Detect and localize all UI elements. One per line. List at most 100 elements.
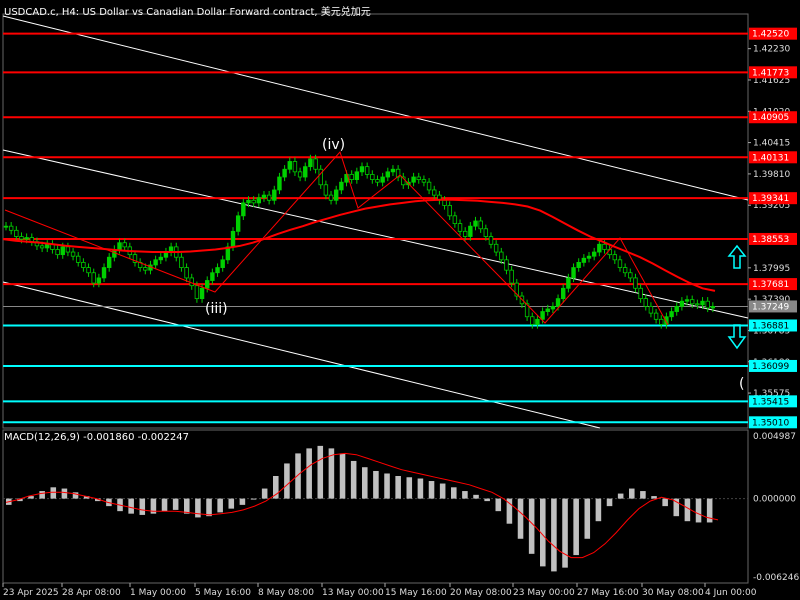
resistance-level-label: 1.41773: [752, 68, 789, 78]
candle-body: [540, 311, 545, 320]
macd-histogram-bar: [172, 498, 179, 510]
candle-body: [313, 158, 318, 170]
candle-body: [199, 287, 205, 300]
candle-body: [308, 158, 313, 168]
y-tick-label: 1.40415: [753, 139, 790, 149]
x-tick-label: 23 May 00:00: [513, 588, 575, 598]
macd-histogram-bar: [406, 477, 413, 499]
resistance-level-label: 1.39341: [752, 194, 789, 204]
candle-body: [215, 267, 220, 274]
candle-body: [447, 205, 452, 217]
candle-body: [669, 311, 674, 318]
candle-body: [591, 251, 597, 257]
candle-body: [19, 236, 24, 240]
candle-body: [488, 236, 494, 245]
macd-histogram-bar: [261, 488, 268, 499]
x-tick-label: 28 Apr 08:00: [62, 588, 121, 598]
candle-body: [76, 255, 81, 263]
candle-body: [101, 267, 107, 279]
current-price-label: 1.37249: [752, 302, 789, 312]
candle-body: [220, 259, 225, 268]
candle-body: [153, 259, 158, 266]
macd-histogram-bar: [350, 460, 357, 499]
macd-histogram-bar: [439, 483, 446, 499]
candle-body: [416, 176, 421, 180]
channel-line: [2, 281, 601, 429]
macd-histogram-bar: [473, 494, 479, 499]
candle-body: [612, 254, 618, 261]
candle-body: [143, 267, 148, 271]
candle-body: [390, 168, 396, 173]
macd-pane-frame: [2, 429, 749, 584]
candle-body: [266, 194, 272, 201]
macd-axis-label: -0.006246: [753, 573, 799, 583]
x-tick-label: 5 May 16:00: [195, 588, 251, 598]
candle-body: [194, 285, 200, 300]
down-arrow-icon: [727, 324, 747, 350]
candle-body: [597, 243, 602, 253]
macd-histogram-bar: [195, 498, 201, 518]
macd-histogram-bar: [61, 488, 68, 499]
x-tick-label: 20 May 08:00: [450, 588, 512, 598]
candle-body: [375, 179, 380, 183]
macd-histogram-bar: [584, 498, 591, 539]
macd-label: MACD(12,26,9) -0.001860 -0.002247: [4, 432, 189, 443]
candle-body: [550, 305, 556, 310]
candle-body: [561, 287, 566, 300]
candle-body: [622, 267, 628, 274]
candle-body: [421, 179, 427, 183]
support-level-label: 1.36881: [752, 321, 789, 331]
x-tick-label: 23 Apr 2025: [3, 588, 59, 598]
candle-body: [545, 308, 550, 312]
resistance-level-label: 1.37681: [752, 280, 789, 290]
macd-histogram-bar: [161, 498, 168, 512]
macd-histogram-bar: [551, 498, 557, 572]
macd-histogram-bar: [128, 498, 134, 514]
candle-body: [297, 171, 303, 178]
candle-body: [3, 225, 9, 228]
candle-body: [364, 166, 370, 175]
candle-body: [256, 197, 262, 204]
candle-body: [674, 305, 679, 312]
macd-histogram-bar: [428, 481, 435, 499]
candle-body: [323, 184, 329, 196]
candle-body: [359, 166, 365, 173]
candle-body: [695, 303, 700, 306]
x-tick-label: 13 May 00:00: [322, 588, 384, 598]
candle-body: [628, 272, 633, 279]
support-level-label: 1.36099: [752, 362, 789, 372]
x-tick-label: 1 May 00:00: [130, 588, 186, 598]
x-tick-label: 30 May 08:00: [642, 588, 704, 598]
candle-body: [689, 299, 695, 305]
candle-body: [282, 168, 287, 178]
candle-body: [333, 189, 339, 201]
support-level-label: 1.35010: [752, 418, 789, 428]
macd-histogram-bar: [562, 498, 568, 568]
x-tick-label: 8 May 08:00: [258, 588, 314, 598]
candle-body: [679, 300, 685, 307]
macd-histogram-bar: [184, 498, 190, 514]
macd-histogram-bar: [284, 463, 290, 499]
macd-histogram-bar: [451, 487, 457, 499]
candle-body: [659, 318, 664, 325]
resistance-level-label: 1.38553: [752, 235, 789, 245]
candle-body: [442, 199, 447, 206]
candle-body: [648, 305, 654, 314]
candle-body: [432, 189, 437, 196]
candle-body: [45, 243, 50, 249]
macd-histogram-bar: [606, 498, 613, 507]
candle-body: [235, 215, 241, 232]
candle-body: [86, 267, 91, 274]
macd-histogram-bar: [695, 498, 702, 523]
candle-body: [499, 251, 504, 261]
resistance-level-label: 1.40905: [752, 113, 789, 123]
candle-body: [385, 171, 391, 178]
macd-histogram-bar: [640, 491, 646, 499]
candle-body: [60, 246, 65, 256]
resistance-level-label: 1.42520: [752, 30, 789, 40]
channel-line: [2, 149, 749, 319]
candle-body: [261, 194, 267, 199]
macd-histogram-bar: [484, 498, 490, 502]
macd-histogram-bar: [362, 467, 368, 499]
moving-average-line: [2, 198, 716, 292]
